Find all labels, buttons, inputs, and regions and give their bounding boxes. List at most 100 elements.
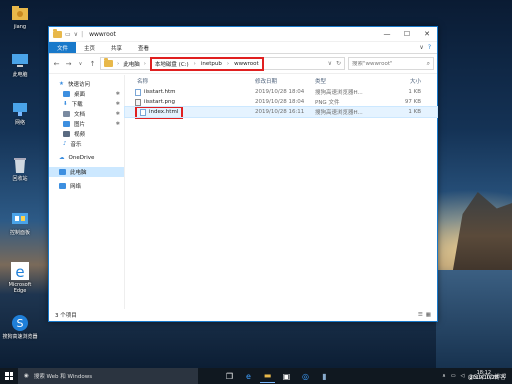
nav-item-documents[interactable]: 文档 ✱ bbox=[49, 109, 124, 119]
up-button[interactable]: ↑ bbox=[88, 60, 97, 68]
desktop-icon-label: 控制面板 bbox=[9, 230, 30, 236]
forward-button[interactable]: → bbox=[64, 60, 73, 68]
nav-item-label: 此电脑 bbox=[70, 170, 87, 176]
pin-icon: ✱ bbox=[115, 91, 120, 97]
explorer-window: ▭ ∨ | wwwroot — ☐ ✕ 文件 主页 共享 查看 ∨ ? ← → … bbox=[48, 26, 438, 322]
nav-item-desktop[interactable]: 桌面 ✱ bbox=[49, 89, 124, 99]
nav-item-label: 文档 bbox=[74, 112, 86, 118]
tray-up-arrow-icon[interactable]: ∧ bbox=[442, 373, 446, 379]
file-name-highlight: index.html bbox=[135, 105, 184, 119]
download-icon: ⬇ bbox=[63, 101, 68, 107]
desktop-icon-sogou[interactable]: S 搜狗高速浏览器 bbox=[2, 314, 38, 340]
file-name-cell: iisstart.htm bbox=[125, 88, 255, 96]
navigation-pane: ★ 快速访问 桌面 ✱ ⬇ 下载 ✱ 文档 ✱ 图片 ✱ 视频 ♪ 音乐 ☁ O… bbox=[49, 75, 125, 309]
search-box[interactable]: ⌕ bbox=[348, 57, 434, 70]
html-file-icon bbox=[135, 88, 141, 96]
column-header-type[interactable]: 类型 bbox=[315, 77, 375, 85]
file-row-selected[interactable]: index.html 2019/10/28 16:11 搜狗高速浏览器H... … bbox=[124, 105, 438, 119]
properties-icon[interactable]: ▭ bbox=[65, 31, 71, 38]
nav-item-network[interactable]: 网络 bbox=[49, 181, 124, 191]
search-input[interactable] bbox=[352, 60, 422, 67]
file-name-cell: index.html bbox=[125, 105, 255, 119]
control-panel-icon bbox=[12, 213, 28, 224]
nav-item-onedrive[interactable]: ☁ OneDrive bbox=[49, 153, 124, 163]
file-name: index.html bbox=[149, 109, 179, 115]
app-icon[interactable]: ▮ bbox=[317, 369, 332, 383]
view-switcher: ☰ ▦ bbox=[418, 312, 437, 318]
file-explorer-icon[interactable]: ▬ bbox=[260, 369, 275, 383]
network-status-icon[interactable]: ▭ bbox=[451, 373, 456, 379]
desktop-icon-network[interactable]: 网络 bbox=[2, 100, 38, 126]
tab-file[interactable]: 文件 bbox=[49, 42, 77, 53]
pin-icon: ✱ bbox=[115, 111, 120, 117]
title-bar: ▭ ∨ | wwwroot — ☐ ✕ bbox=[49, 27, 437, 42]
address-bar[interactable]: › 此电脑 › 本地磁盘 (C:) › inetpub › wwwroot ∨ … bbox=[100, 56, 345, 71]
column-header-row: 名称 修改日期 类型 大小 bbox=[125, 75, 437, 87]
svg-text:e: e bbox=[15, 263, 24, 280]
status-bar: 3 个项目 ☰ ▦ bbox=[49, 309, 437, 321]
help-icon[interactable]: ? bbox=[428, 44, 431, 51]
desktop-icon-recycle-bin[interactable]: 回收站 bbox=[2, 156, 38, 182]
desktop-icon-label: 此电脑 bbox=[12, 72, 28, 78]
desktop-icon-control-panel[interactable]: 控制面板 bbox=[2, 210, 38, 236]
sogou-icon[interactable]: ◎ bbox=[298, 369, 313, 383]
edge-icon: e bbox=[11, 262, 29, 280]
recent-locations-icon[interactable]: ∨ bbox=[76, 61, 85, 67]
desktop-icon-computer[interactable]: 此电脑 bbox=[2, 52, 38, 78]
expand-ribbon-icon[interactable]: ∨ bbox=[419, 44, 423, 51]
desktop-icon-user[interactable]: jiang bbox=[2, 4, 38, 30]
quick-access-toolbar: ▭ ∨ | bbox=[53, 28, 83, 38]
store-icon[interactable]: ▣ bbox=[279, 369, 294, 383]
picture-icon bbox=[63, 121, 70, 127]
nav-item-pictures[interactable]: 图片 ✱ bbox=[49, 119, 124, 129]
pin-icon: ✱ bbox=[115, 101, 120, 107]
nav-item-downloads[interactable]: ⬇ 下载 ✱ bbox=[49, 99, 124, 109]
desktop-icon-label: Microsoft Edge bbox=[8, 282, 32, 294]
file-row[interactable]: iisstart.htm 2019/10/28 18:04 搜狗高速浏览器H..… bbox=[125, 87, 437, 97]
file-type: PNG 文件 bbox=[315, 100, 340, 106]
nav-item-music[interactable]: ♪ 音乐 bbox=[49, 139, 124, 149]
explorer-body: ★ 快速访问 桌面 ✱ ⬇ 下载 ✱ 文档 ✱ 图片 ✱ 视频 ♪ 音乐 ☁ O… bbox=[49, 75, 438, 309]
column-header-size[interactable]: 大小 bbox=[375, 77, 425, 85]
file-size: 97 KB bbox=[404, 99, 421, 105]
nav-item-quick-access[interactable]: ★ 快速访问 bbox=[49, 79, 124, 89]
computer-icon bbox=[12, 54, 28, 67]
large-icons-view-icon[interactable]: ▦ bbox=[426, 312, 431, 318]
breadcrumb-computer[interactable]: 此电脑 bbox=[123, 60, 140, 68]
start-button[interactable] bbox=[0, 368, 18, 384]
breadcrumb-wwwroot[interactable]: wwwroot bbox=[234, 61, 259, 67]
chevron-down-icon[interactable]: ∨ bbox=[74, 31, 78, 38]
computer-icon bbox=[59, 169, 66, 175]
window-controls: — ☐ ✕ bbox=[377, 27, 437, 41]
column-header-name[interactable]: 名称 bbox=[125, 77, 255, 85]
minimize-button[interactable]: — bbox=[377, 27, 397, 41]
volume-icon[interactable]: ◁ bbox=[461, 373, 465, 379]
desktop-icon-edge[interactable]: e Microsoft Edge bbox=[2, 262, 38, 294]
details-view-icon[interactable]: ☰ bbox=[418, 312, 423, 318]
folder-icon bbox=[53, 28, 62, 38]
tab-home[interactable]: 主页 bbox=[76, 42, 103, 53]
taskbar-search[interactable]: ◉ 搜索 Web 和 Windows bbox=[18, 368, 198, 384]
close-button[interactable]: ✕ bbox=[417, 27, 437, 41]
address-dropdown-icon[interactable]: ∨ bbox=[328, 60, 332, 67]
microphone-icon[interactable]: ◉ bbox=[24, 373, 29, 379]
task-view-icon[interactable]: ❐ bbox=[222, 369, 237, 383]
file-type: 搜狗高速浏览器H... bbox=[315, 90, 363, 96]
column-header-date[interactable]: 修改日期 bbox=[255, 77, 315, 85]
nav-item-this-pc[interactable]: 此电脑 bbox=[49, 167, 124, 177]
refresh-icon[interactable]: ↻ bbox=[336, 60, 341, 67]
search-icon: ⌕ bbox=[426, 59, 430, 67]
star-icon: ★ bbox=[59, 81, 64, 87]
nav-item-videos[interactable]: 视频 bbox=[49, 129, 124, 139]
desktop-icon-label: 搜狗高速浏览器 bbox=[2, 334, 38, 340]
breadcrumb-chevron-icon: › bbox=[117, 60, 120, 67]
breadcrumb-inetpub[interactable]: inetpub bbox=[201, 61, 222, 67]
maximize-button[interactable]: ☐ bbox=[397, 27, 417, 41]
tab-view[interactable]: 查看 bbox=[130, 42, 157, 53]
taskbar-apps: ❐ e ▬ ▣ ◎ ▮ bbox=[222, 369, 332, 383]
tab-share[interactable]: 共享 bbox=[103, 42, 130, 53]
breadcrumb-drive[interactable]: 本地磁盘 (C:) bbox=[155, 60, 189, 68]
edge-icon[interactable]: e bbox=[241, 369, 256, 383]
back-button[interactable]: ← bbox=[52, 60, 61, 68]
window-title: wwwroot bbox=[89, 30, 116, 38]
